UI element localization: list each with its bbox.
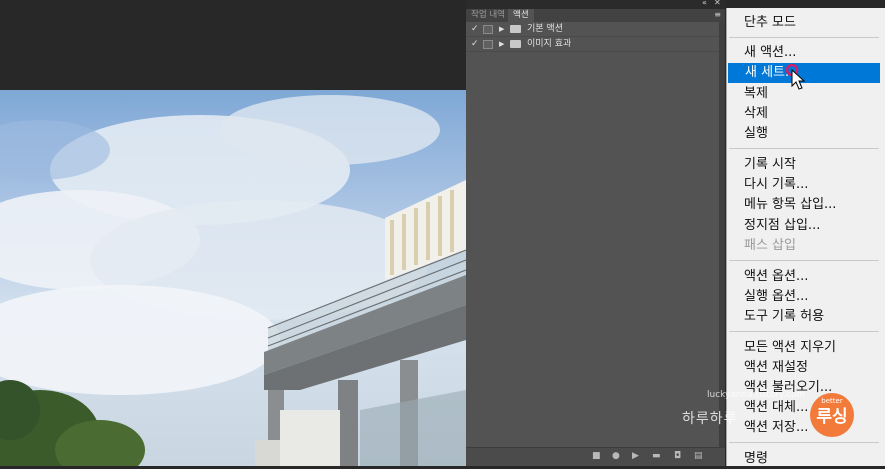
menu-item-insert-menu-item[interactable]: 메뉴 항목 삽입...: [727, 195, 879, 215]
panel-footer: ■ ● ▶ ▬ ◘ ▤: [466, 447, 725, 466]
folder-icon: [510, 40, 521, 48]
action-set-row[interactable]: ✓ ▶ 이미지 효과: [466, 37, 725, 52]
menu-item-delete[interactable]: 삭제: [727, 104, 879, 124]
dialog-toggle-icon[interactable]: [483, 40, 493, 49]
panel-menu-icon[interactable]: ≡: [714, 10, 721, 19]
check-icon[interactable]: ✓: [471, 22, 479, 36]
menu-item-clear-all-actions[interactable]: 모든 액션 지우기: [727, 338, 879, 358]
watermark-url: luckyanna.tistory.com: [707, 390, 806, 400]
photo-scene: [0, 95, 466, 466]
menu-item-reset-actions[interactable]: 액션 재설정: [727, 358, 879, 378]
check-icon[interactable]: ✓: [471, 37, 479, 51]
expand-triangle-icon[interactable]: ▶: [499, 22, 504, 36]
action-set-label: 이미지 효과: [527, 39, 572, 49]
record-icon[interactable]: ●: [612, 451, 620, 461]
delete-icon[interactable]: ▤: [694, 451, 703, 461]
dialog-toggle-icon[interactable]: [483, 25, 493, 34]
menu-separator: [729, 331, 879, 332]
menu-item-playback-options[interactable]: 실행 옵션...: [727, 287, 879, 307]
menu-item-start-recording[interactable]: 기록 시작: [727, 155, 879, 175]
menu-item-action-options[interactable]: 액션 옵션...: [727, 267, 879, 287]
actions-panel: « ✕ 작업 내역 액션 ≡ ✓ ▶ 기본 액션 ✓ ▶ 이미지 효과 ■ ● …: [466, 0, 725, 466]
menu-separator: [729, 260, 879, 261]
menu-item-allow-tool-recording[interactable]: 도구 기록 허용: [727, 307, 879, 327]
panel-scrollbar[interactable]: [719, 22, 725, 447]
menu-item-commands[interactable]: 명령: [727, 449, 879, 469]
mouse-cursor-icon: [786, 64, 806, 90]
menu-separator: [729, 37, 879, 38]
collapse-icon[interactable]: «: [702, 0, 707, 8]
panel-tab-bar: 작업 내역 액션 ≡: [466, 9, 725, 22]
watermark-script: 하루하루: [682, 411, 738, 427]
watermark-badge: better 루싱: [810, 393, 854, 437]
new-set-icon[interactable]: ▬: [652, 451, 661, 461]
canvas-photo[interactable]: [0, 90, 466, 466]
menu-item-new-action[interactable]: 새 액션...: [727, 43, 879, 63]
menu-item-insert-stop[interactable]: 정지점 삽입...: [727, 216, 879, 236]
play-icon[interactable]: ▶: [632, 451, 639, 461]
menu-item-insert-path: 패스 삽입: [744, 238, 796, 253]
stop-icon[interactable]: ■: [592, 451, 601, 461]
close-icon[interactable]: ✕: [714, 0, 721, 8]
menu-separator: [729, 442, 879, 443]
menu-item-save-actions[interactable]: 액션 저장...: [727, 418, 879, 438]
tab-history[interactable]: 작업 내역: [466, 9, 510, 22]
menu-item-record-again[interactable]: 다시 기록...: [727, 175, 879, 195]
menu-separator: [729, 148, 879, 149]
watermark-badge-small: better: [821, 397, 843, 405]
tab-actions[interactable]: 액션: [508, 9, 534, 22]
panel-title-bar: « ✕: [466, 0, 725, 9]
new-action-icon[interactable]: ◘: [674, 451, 681, 461]
action-set-label: 기본 액션: [527, 24, 563, 34]
folder-icon: [510, 25, 521, 33]
watermark-badge-big: 루싱: [816, 407, 848, 427]
menu-item-play[interactable]: 실행: [727, 124, 879, 144]
menu-item-replace-actions[interactable]: 액션 대체...: [727, 398, 879, 418]
canvas-background: [0, 0, 466, 90]
expand-triangle-icon[interactable]: ▶: [499, 37, 504, 51]
action-set-row[interactable]: ✓ ▶ 기본 액션: [466, 22, 725, 37]
menu-item-button-mode[interactable]: 단추 모드: [727, 13, 879, 33]
